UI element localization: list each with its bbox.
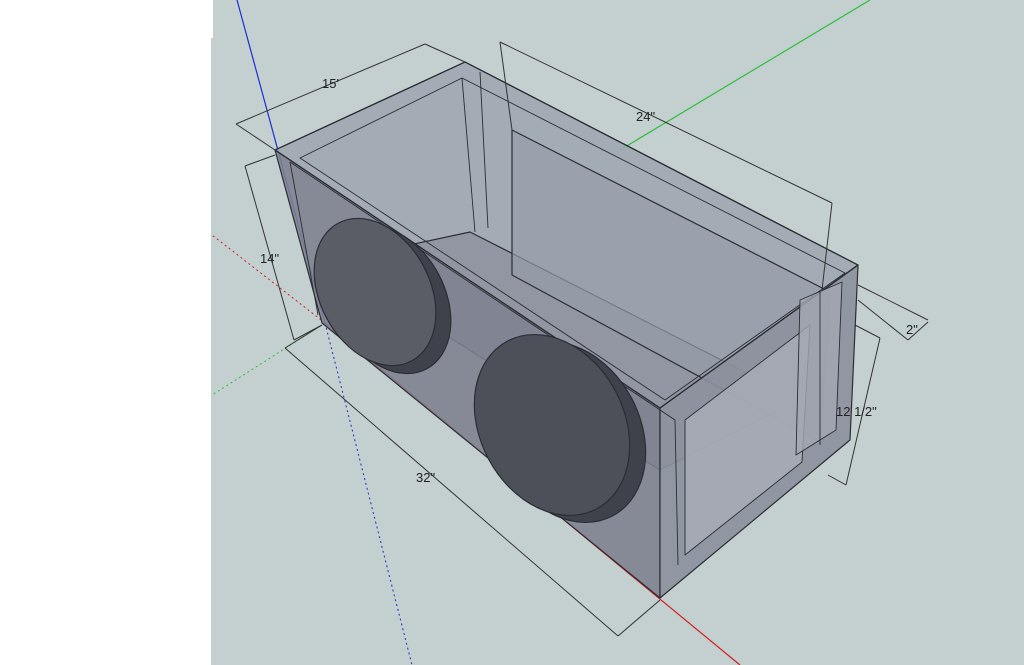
dimension-label-depth: 15' [322, 76, 339, 91]
top-white-notch [211, 0, 213, 38]
cad-viewport[interactable]: 15' 24" 14" 32" 2" 12 1/2" [0, 0, 1024, 665]
dimension-label-port-width: 2" [906, 322, 918, 337]
dimension-label-height: 14" [260, 251, 279, 266]
dimension-label-port-height: 12 1/2" [836, 404, 877, 419]
port-opening-inner [795, 281, 843, 456]
left-white-margin [0, 0, 211, 665]
dimension-label-port-length: 24" [636, 109, 655, 124]
dimension-label-width: 32" [416, 470, 435, 485]
